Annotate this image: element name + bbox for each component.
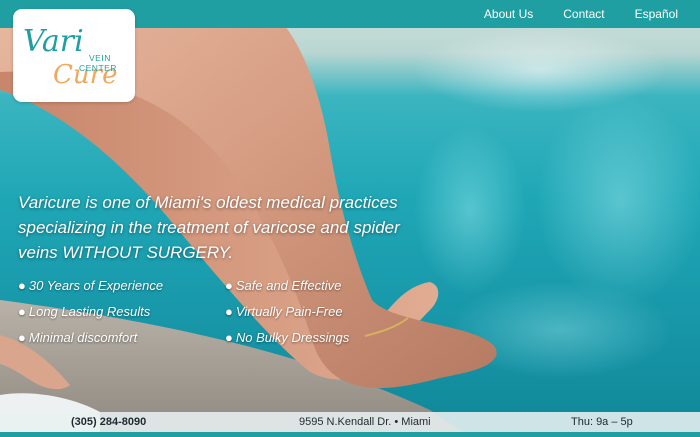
nav-links: About Us Contact Español: [484, 0, 678, 28]
feature-list: ● 30 Years of Experience ● Safe and Effect…: [18, 277, 418, 346]
feature-label: No Bulky Dressings: [235, 330, 350, 345]
nav-link-contact[interactable]: Contact: [563, 7, 604, 21]
bullet-icon: ●: [18, 278, 26, 293]
office-hours: Thu: 9a – 5p: [571, 416, 633, 428]
feature-item: ● Long Lasting Results: [18, 303, 225, 320]
logo-mark: Vari Cure VEIN CENTER: [23, 24, 117, 90]
bullet-icon: ●: [225, 278, 233, 293]
varicure-logo[interactable]: Vari Cure VEIN CENTER: [13, 9, 135, 102]
feature-label: 30 Years of Experience: [28, 278, 164, 293]
contact-info-bar: (305) 284-8090 9595 N.Kendall Dr. • Miam…: [0, 412, 700, 432]
logo-text-vari: Vari: [23, 24, 84, 59]
nav-link-about-us[interactable]: About Us: [484, 7, 533, 21]
address-link[interactable]: 9595 N.Kendall Dr. • Miami: [299, 416, 431, 428]
feature-item: ● Minimal discomfort: [18, 329, 225, 346]
feature-item: ● Safe and Effective: [225, 277, 415, 294]
feature-item: ● No Bulky Dressings: [225, 329, 415, 346]
bullet-icon: ●: [18, 330, 26, 345]
feature-item: ● 30 Years of Experience: [18, 277, 225, 294]
page: About Us Contact Español Vari Cure VEIN …: [0, 0, 700, 437]
feature-label: Safe and Effective: [235, 278, 342, 293]
feature-label: Virtually Pain-Free: [235, 304, 343, 319]
feature-label: Minimal discomfort: [28, 330, 138, 345]
hero-headline: Varicure is one of Miami's oldest medica…: [18, 193, 400, 262]
bullet-icon: ●: [225, 304, 233, 319]
phone-number-link[interactable]: (305) 284-8090: [71, 416, 146, 428]
nav-link-espanol[interactable]: Español: [635, 7, 678, 21]
feature-label: Long Lasting Results: [28, 304, 151, 319]
bullet-icon: ●: [18, 304, 26, 319]
bullet-icon: ●: [225, 330, 233, 345]
logo-text-center: CENTER: [79, 63, 117, 73]
feature-item: ● Virtually Pain-Free: [225, 303, 415, 320]
bottom-accent-strip: [0, 432, 700, 437]
logo-text-vein: VEIN: [89, 53, 111, 63]
